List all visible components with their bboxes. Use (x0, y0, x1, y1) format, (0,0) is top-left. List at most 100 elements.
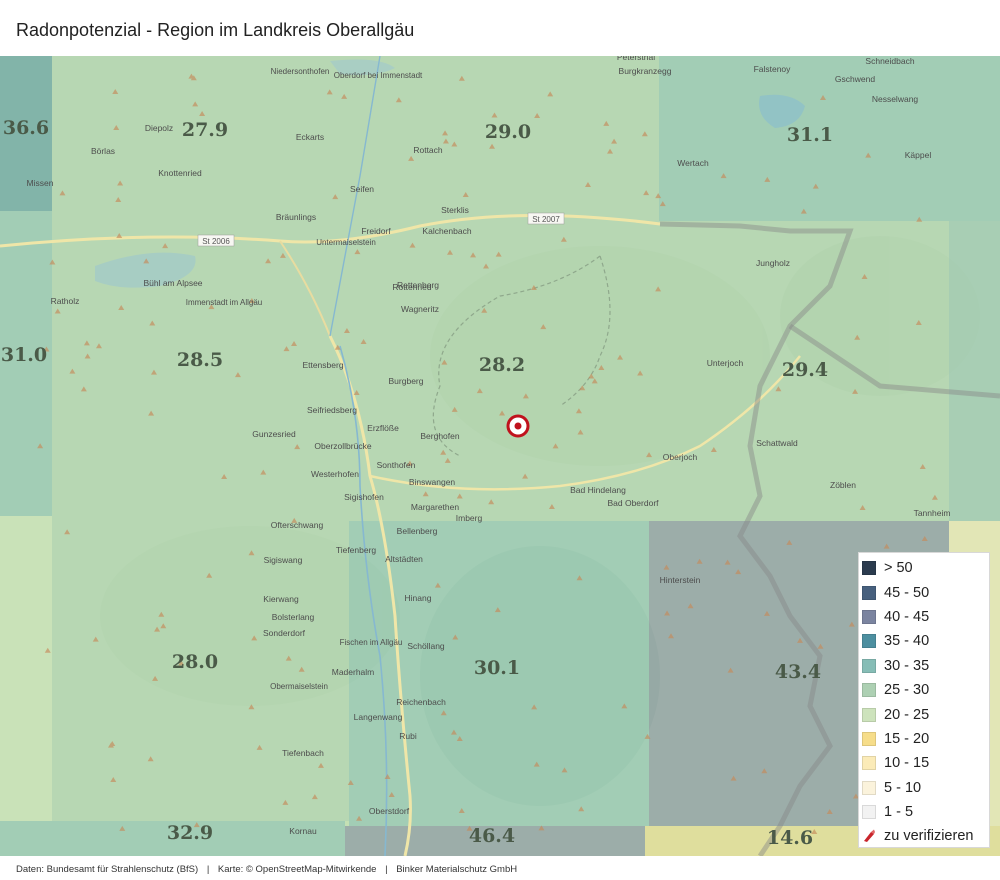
radon-value-label: 32.9 (167, 822, 213, 844)
place-label: Sigishofen (344, 492, 384, 502)
place-label: Sterklis (441, 205, 469, 215)
place-label: Hinterstein (660, 575, 701, 585)
place-label: Binswangen (409, 477, 456, 487)
footer-separator: | (385, 864, 388, 875)
place-label: Oberjoch (663, 452, 698, 462)
radon-value-label: 30.1 (474, 657, 520, 679)
place-label: Schöllang (407, 641, 445, 651)
place-label: Margarethen (411, 502, 459, 512)
place-label: Burgkranzegg (619, 66, 672, 76)
place-label: Schneidbach (865, 56, 914, 66)
radon-value-label: 36.6 (3, 117, 49, 139)
grid-tile (349, 221, 749, 521)
footer-separator: | (206, 864, 210, 875)
location-marker[interactable] (506, 414, 530, 438)
road-label: St 2006 (202, 237, 230, 246)
place-label: Jungholz (756, 258, 790, 268)
place-label: Bad Oberdorf (607, 498, 659, 508)
place-label: Westerhofen (311, 469, 359, 479)
radon-value-label: 43.4 (775, 661, 821, 683)
place-label: Niedersonthofen (271, 67, 330, 76)
place-label: Freidorf (361, 226, 391, 236)
grid-tile (0, 516, 52, 821)
place-label: Maderhalm (332, 667, 375, 677)
legend-label: 45 - 50 (884, 584, 930, 601)
place-label: Börlas (91, 146, 115, 156)
place-label: Petersthal (617, 56, 655, 62)
place-label: Altstädten (385, 554, 423, 564)
place-label: Wertach (677, 158, 709, 168)
legend-label: 20 - 25 (884, 706, 930, 723)
place-label: Bad Hindelang (570, 485, 626, 495)
place-label: Tiefenberg (336, 545, 377, 555)
place-label: Eckarts (296, 132, 324, 142)
place-label: Sonthofen (377, 460, 416, 470)
footer: Daten: Bundesamt für Strahlenschutz (BfS… (16, 864, 517, 875)
legend-swatch (862, 683, 876, 698)
map-canvas[interactable]: Niedersonthofen Oberdorf bei Immenstadt Pe… (0, 56, 1000, 856)
place-label: Seifen (350, 184, 374, 194)
legend-item: 1 - 5 (862, 800, 989, 824)
legend-item: 35 - 40 (862, 629, 989, 653)
legend-label: 5 - 10 (884, 779, 922, 796)
place-label: Kornau (289, 826, 317, 836)
legend-item: 15 - 20 (862, 727, 989, 751)
place-label: Hinang (405, 593, 432, 603)
legend-item: 30 - 35 (862, 654, 989, 678)
place-label: Imberg (456, 513, 483, 523)
legend-item: 40 - 45 (862, 605, 989, 629)
footer-map-credit: Karte: © OpenStreetMap-Mitwirkende (217, 864, 377, 875)
place-label: Bühl am Alpsee (143, 278, 202, 288)
legend-swatch (862, 634, 876, 649)
place-label: Tiefenbach (282, 748, 324, 758)
place-label: Bellenberg (397, 526, 438, 536)
legend-swatch (862, 609, 876, 624)
legend-label: 30 - 35 (884, 657, 930, 674)
radon-value-label: 31.1 (787, 124, 833, 146)
radon-value-label: 31.0 (1, 344, 47, 366)
legend-swatch (862, 756, 876, 771)
footer-source: Daten: Bundesamt für Strahlenschutz (BfS… (16, 864, 199, 875)
radon-value-label: 46.4 (469, 825, 515, 847)
legend-swatch (862, 805, 876, 820)
place-label: Oberstdorf (369, 806, 410, 816)
legend-swatch (862, 707, 876, 722)
place-label: Diepolz (145, 123, 173, 133)
radon-value-label: 28.0 (172, 651, 218, 673)
place-label: Ratholz (51, 296, 80, 306)
legend-item: 10 - 15 (862, 751, 989, 775)
legend-item: 45 - 50 (862, 580, 989, 604)
place-label: Erzflöße (367, 423, 399, 433)
place-label: Rettenberg (397, 280, 439, 290)
legend-item: 5 - 10 (862, 776, 989, 800)
legend-item: 25 - 30 (862, 678, 989, 702)
legend-swatch (862, 780, 876, 795)
radon-grid (0, 56, 1000, 856)
footer-company: Binker Materialschutz GmbH (396, 864, 518, 875)
radon-map[interactable]: Niedersonthofen Oberdorf bei Immenstadt Pe… (0, 56, 1000, 856)
legend-item: > 50 (862, 556, 989, 580)
place-label: Gschwend (835, 74, 875, 84)
place-label: Berghofen (420, 431, 459, 441)
legend-item: 20 - 25 (862, 702, 989, 726)
place-label: Knottenried (158, 168, 202, 178)
radon-value-label: 29.0 (485, 121, 531, 143)
place-label: Oberzollbrücke (314, 441, 371, 451)
place-label: Zöblen (830, 480, 856, 490)
legend-swatch (862, 585, 876, 600)
place-label: Nesselwang (872, 94, 919, 104)
place-label: Burgberg (389, 376, 424, 386)
place-label: Reichenbach (396, 697, 446, 707)
place-label: Oberdorf bei Immenstadt (334, 71, 423, 80)
place-label: Unterjoch (707, 358, 744, 368)
place-label: Immenstadt im Allgäu (186, 298, 262, 307)
place-label: Missen (27, 178, 54, 188)
radon-value-label: 29.4 (782, 359, 828, 381)
legend-swatch (862, 731, 876, 746)
legend-swatch (862, 658, 876, 673)
radon-value-label: 28.5 (177, 349, 223, 371)
place-label: Rubi (399, 731, 417, 741)
radon-value-label: 27.9 (182, 119, 228, 141)
legend-label: zu verifizieren (884, 828, 974, 845)
road-label: St 2007 (532, 215, 560, 224)
